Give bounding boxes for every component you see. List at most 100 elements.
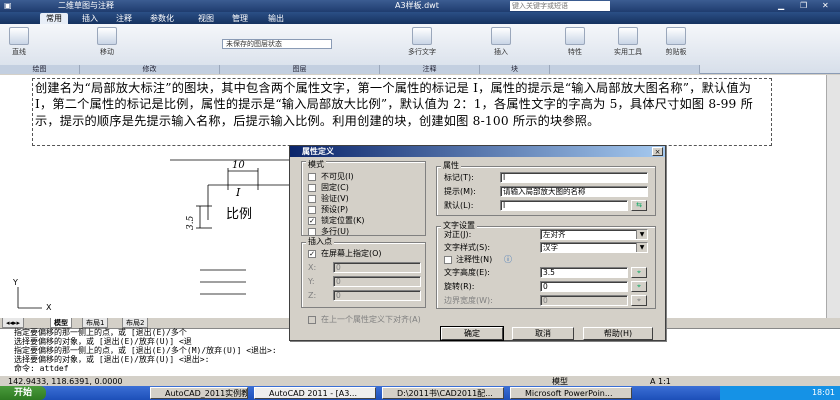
tag-input[interactable]: I	[500, 172, 648, 183]
rotation-input[interactable]: 0	[540, 281, 628, 292]
clock[interactable]: 18:01	[812, 388, 835, 397]
multiline-checkbox[interactable]	[308, 228, 316, 236]
tab-manage[interactable]: 管理	[226, 13, 254, 24]
move-button[interactable]: 移动	[90, 27, 124, 57]
help-button[interactable]: 帮助(H)	[583, 327, 653, 340]
x-input[interactable]: 0	[333, 262, 421, 273]
attribute-definition-dialog: 属性定义 × 模式 不可见(I) 固定(C) 验证(V) 预设(P) ✓ 锁定位…	[289, 145, 666, 341]
command-line-4: 选择要偏移的对象，或 [退出(E)/放弃(U)] <退出>:	[14, 354, 210, 364]
utilities-icon	[618, 27, 638, 45]
task-item-2[interactable]: AutoCAD 2011 - [A3...	[254, 387, 376, 399]
boundary-width-input[interactable]: 0	[540, 295, 628, 306]
text-style-select[interactable]: 汉字	[540, 242, 648, 253]
properties-icon	[565, 27, 585, 45]
tab-layout2[interactable]: 布局2	[122, 318, 149, 328]
pick-height-button[interactable]: ⌖	[631, 267, 647, 278]
text-height-input[interactable]: 3.5	[540, 267, 628, 278]
tab-view[interactable]: 视图	[192, 13, 220, 24]
prompt-input[interactable]: 请输入局部放大图的名称	[500, 186, 648, 197]
task-item-1[interactable]: AutoCAD_2011实例教	[150, 387, 248, 399]
text-height-label: 文字高度(E):	[444, 268, 490, 277]
group-block[interactable]: 块	[480, 65, 550, 74]
prompt-label: 提示(M):	[444, 187, 476, 196]
justify-select[interactable]: 左对齐	[540, 229, 648, 240]
invisible-checkbox[interactable]	[308, 173, 316, 181]
tab-home[interactable]: 常用	[40, 13, 68, 24]
insert-block-button[interactable]: 插入	[486, 27, 516, 57]
command-input[interactable]: 命令: attdef	[14, 364, 840, 374]
pick-boundary-button[interactable]: ⌖	[631, 295, 647, 306]
restore-icon[interactable]: ❐	[800, 0, 807, 12]
preset-checkbox[interactable]	[308, 206, 316, 214]
dim-35-text: 3.5	[186, 215, 196, 230]
tab-output[interactable]: 输出	[262, 13, 290, 24]
pick-rotation-button[interactable]: ⌖	[631, 281, 647, 292]
group-annotation[interactable]: 注释	[380, 65, 480, 74]
app-logo-icon[interactable]: ▣	[4, 0, 12, 12]
specify-on-screen-label: 在屏幕上指定(O)	[321, 249, 382, 258]
properties-button[interactable]: 特性	[560, 27, 590, 57]
annotative-checkbox[interactable]	[444, 256, 452, 264]
multiline-label: 多行(U)	[321, 227, 350, 236]
nav-arrows-icon[interactable]: ◂◂▸▸	[2, 318, 25, 328]
dialog-title: 属性定义	[302, 147, 334, 156]
window-title: A3样板.dwt	[395, 1, 439, 10]
attribute-group-title: 属性	[441, 161, 461, 171]
verify-label: 验证(V)	[321, 194, 349, 203]
ucs-x-label: X	[46, 303, 52, 312]
vertical-scrollbar[interactable]	[826, 75, 840, 318]
z-input[interactable]: 0	[333, 290, 421, 301]
lock-position-checkbox[interactable]: ✓	[308, 217, 316, 225]
tab-model[interactable]: 模型	[50, 318, 72, 328]
tab-annotate[interactable]: 注释	[110, 13, 138, 24]
mode-group-title: 模式	[306, 160, 326, 170]
task-item-3[interactable]: D:\2011书\CAD2011配...	[382, 387, 504, 399]
move-icon	[97, 27, 117, 45]
line-button[interactable]: 直线	[4, 27, 34, 57]
minimize-icon[interactable]: ▁	[778, 0, 784, 12]
insertion-point-title: 插入点	[306, 237, 334, 247]
verify-checkbox[interactable]	[308, 195, 316, 203]
mtext-paragraph[interactable]: 创建名为“局部放大标注”的图块，其中包含两个属性文字，第一个属性的标记是 I，属…	[35, 80, 770, 129]
boundary-width-label: 边界宽度(W):	[444, 296, 493, 305]
system-tray: 18:01	[720, 386, 840, 400]
insert-field-button[interactable]: ⇆	[631, 200, 647, 211]
tab-insert[interactable]: 插入	[76, 13, 104, 24]
constant-label: 固定(C)	[321, 183, 349, 192]
close-icon[interactable]: ×	[652, 147, 663, 156]
y-label: Y:	[308, 277, 315, 286]
preset-label: 预设(P)	[321, 205, 349, 214]
lock-position-label: 锁定位置(K)	[321, 216, 365, 225]
mtext-button[interactable]: 多行文字	[400, 27, 444, 57]
group-layers[interactable]: 图层	[220, 65, 380, 74]
tag-label: 标记(T):	[444, 173, 474, 182]
clipboard-icon	[666, 27, 686, 45]
x-label: X:	[308, 263, 317, 272]
start-button[interactable]: 开始	[0, 386, 46, 400]
dim-10-text: 10	[232, 160, 245, 171]
align-previous-checkbox[interactable]	[308, 316, 316, 324]
workspace-label[interactable]: 二维草图与注释	[58, 0, 114, 12]
specify-on-screen-checkbox[interactable]: ✓	[308, 250, 316, 258]
info-icon[interactable]: ⓘ	[504, 255, 512, 265]
attr-i-text: I	[235, 186, 241, 199]
dialog-title-bar[interactable]: 属性定义	[290, 146, 665, 157]
close-icon[interactable]: ✕	[822, 0, 829, 12]
task-item-4[interactable]: Microsoft PowerPoin...	[510, 387, 632, 399]
layer-state-select[interactable]: 未保存的图层状态	[222, 39, 332, 49]
group-modify[interactable]: 修改	[80, 65, 220, 74]
z-label: Z:	[308, 291, 317, 300]
clipboard-button[interactable]: 剪贴板	[656, 27, 696, 57]
tab-layout1[interactable]: 布局1	[82, 318, 109, 328]
drawing-geometry: 10 I 比例 3.5 Y X	[12, 159, 290, 312]
cancel-button[interactable]: 取消	[512, 327, 574, 340]
tab-parametric[interactable]: 参数化	[144, 13, 180, 24]
constant-checkbox[interactable]	[308, 184, 316, 192]
utilities-button[interactable]: 实用工具	[606, 27, 650, 57]
ok-button[interactable]: 确定	[440, 326, 504, 341]
group-draw[interactable]: 绘图	[0, 65, 80, 74]
default-input[interactable]: I	[500, 200, 628, 211]
justify-label: 对正(J):	[444, 230, 472, 239]
y-input[interactable]: 0	[333, 276, 421, 287]
search-input[interactable]: 键入关键字或短语	[510, 1, 610, 11]
